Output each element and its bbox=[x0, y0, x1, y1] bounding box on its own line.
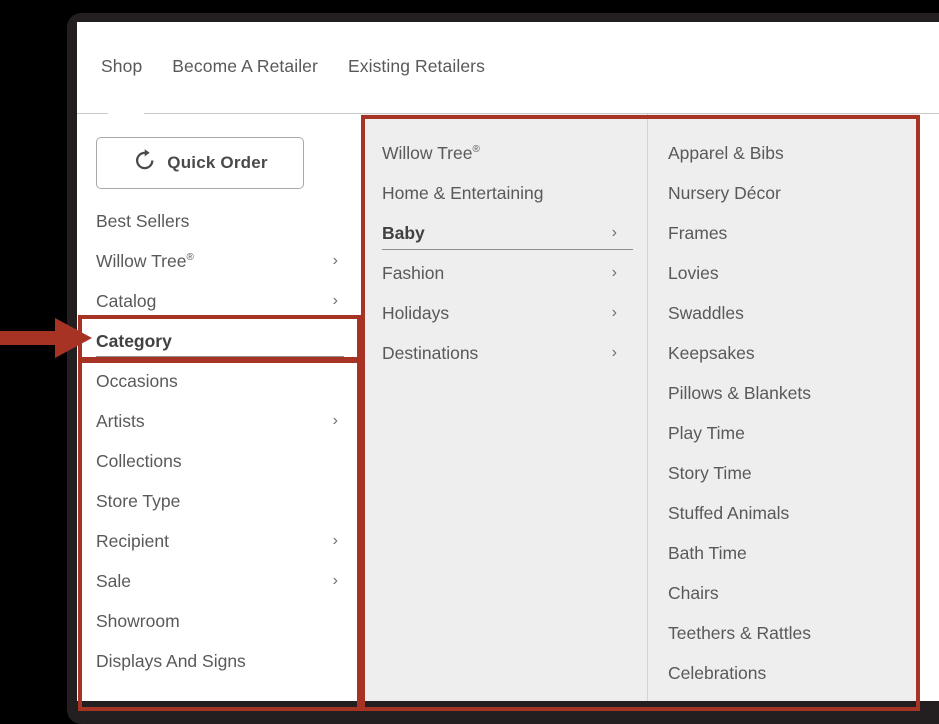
mega-subcategory-item-label: Keepsakes bbox=[668, 342, 755, 363]
mega-category-item-home-entertaining[interactable]: Home & Entertaining bbox=[362, 173, 647, 213]
sidebar-item-recipient[interactable]: Recipient › bbox=[77, 521, 362, 561]
sidebar-item-artists[interactable]: Artists › bbox=[77, 401, 362, 441]
mega-subcategory-item-label: Celebrations bbox=[668, 662, 767, 683]
sidebar-item-label: Recipient bbox=[96, 530, 169, 551]
registered-trademark-icon: ® bbox=[472, 143, 480, 155]
mega-subcategory-item-label: Chairs bbox=[668, 582, 719, 603]
screenshot-root: Shop Become A Retailer Existing Retailers … bbox=[0, 0, 939, 724]
sidebar-item-best-sellers[interactable]: Best Sellers bbox=[77, 201, 362, 241]
mega-category-item-destinations[interactable]: Destinations › bbox=[362, 333, 647, 373]
top-navigation-bar: Shop Become A Retailer Existing Retailers bbox=[77, 22, 939, 114]
mega-category-item-label: Destinations bbox=[382, 342, 479, 363]
sidebar-item-label: Willow Tree® bbox=[96, 250, 194, 271]
registered-trademark-icon: ® bbox=[186, 251, 194, 263]
refresh-circular-arrow-icon bbox=[132, 148, 157, 178]
sidebar-item-sale[interactable]: Sale › bbox=[77, 561, 362, 601]
sidebar-item-label: Displays And Signs bbox=[96, 650, 246, 671]
quick-order-button[interactable]: Quick Order bbox=[96, 137, 304, 189]
mega-category-item-fashion[interactable]: Fashion › bbox=[362, 253, 647, 293]
active-item-underline bbox=[96, 356, 344, 357]
quick-order-label: Quick Order bbox=[167, 153, 268, 172]
mega-category-item-label: Fashion bbox=[382, 262, 445, 283]
mega-subcategory-item-label: Stuffed Animals bbox=[668, 502, 790, 523]
mega-subcategory-item-story-time[interactable]: Story Time bbox=[648, 453, 919, 493]
mega-menu-panel: Willow Tree® Home & Entertaining Baby › Fash… bbox=[362, 114, 919, 701]
mega-subcategory-item-label: Swaddles bbox=[668, 302, 744, 323]
sidebar-item-label: Catalog bbox=[96, 290, 157, 311]
mega-category-item-label: Willow Tree® bbox=[382, 142, 480, 163]
mega-subcategory-item-chairs[interactable]: Chairs bbox=[648, 573, 919, 613]
topnav-item-shop[interactable]: Shop bbox=[101, 56, 142, 77]
mega-subcategory-item-lovies[interactable]: Lovies bbox=[648, 253, 919, 293]
chevron-right-icon: › bbox=[611, 344, 617, 361]
sidebar-item-catalog[interactable]: Catalog › bbox=[77, 281, 362, 321]
sidebar-item-willow-tree[interactable]: Willow Tree® › bbox=[77, 241, 362, 281]
mega-subcategory-item-swaddles[interactable]: Swaddles bbox=[648, 293, 919, 333]
sidebar-item-occasions[interactable]: Occasions bbox=[77, 361, 362, 401]
mega-subcategory-item-label: Pillows & Blankets bbox=[668, 382, 811, 403]
mega-subcategory-item-celebrations[interactable]: Celebrations bbox=[648, 653, 919, 693]
sidebar-item-label: Best Sellers bbox=[96, 210, 190, 231]
mega-subcategory-item-keepsakes[interactable]: Keepsakes bbox=[648, 333, 919, 373]
topnav-item-existing-retailers[interactable]: Existing Retailers bbox=[348, 56, 485, 77]
chevron-right-icon: › bbox=[611, 224, 617, 241]
chevron-right-icon: › bbox=[611, 264, 617, 281]
sidebar-item-category[interactable]: Category bbox=[77, 321, 362, 361]
chevron-right-icon: › bbox=[332, 532, 338, 549]
mega-subcategory-item-apparel-bibs[interactable]: Apparel & Bibs bbox=[648, 133, 919, 173]
mega-subcategory-item-frames[interactable]: Frames bbox=[648, 213, 919, 253]
chevron-right-icon: › bbox=[332, 412, 338, 429]
chevron-right-icon: › bbox=[332, 252, 338, 269]
sidebar-item-label: Store Type bbox=[96, 490, 181, 511]
mega-subcategory-list: Apparel & Bibs Nursery Décor Frames Lovies S… bbox=[648, 114, 919, 693]
chevron-right-icon: › bbox=[332, 292, 338, 309]
mega-menu-column-subcategories: Apparel & Bibs Nursery Décor Frames Lovies S… bbox=[648, 114, 919, 701]
sidebar-item-displays-and-signs[interactable]: Displays And Signs bbox=[77, 641, 362, 681]
mega-subcategory-item-label: Nursery Décor bbox=[668, 182, 781, 203]
mega-subcategory-item-teethers-rattles[interactable]: Teethers & Rattles bbox=[648, 613, 919, 653]
sidebar-menu-list: Best Sellers Willow Tree® › Catalog › Categor… bbox=[77, 201, 362, 681]
mega-subcategory-item-stuffed-animals[interactable]: Stuffed Animals bbox=[648, 493, 919, 533]
sidebar-item-showroom[interactable]: Showroom bbox=[77, 601, 362, 641]
mega-subcategory-item-label: Teethers & Rattles bbox=[668, 622, 811, 643]
top-navigation-items: Shop Become A Retailer Existing Retailers bbox=[101, 56, 485, 77]
sidebar-item-label: Collections bbox=[96, 450, 182, 471]
sidebar-item-label: Artists bbox=[96, 410, 145, 431]
sidebar-item-label: Occasions bbox=[96, 370, 178, 391]
mega-subcategory-item-label: Story Time bbox=[668, 462, 752, 483]
sidebar-item-label: Sale bbox=[96, 570, 132, 591]
mega-category-item-label: Baby bbox=[382, 222, 425, 243]
mega-category-item-baby[interactable]: Baby › bbox=[362, 213, 647, 253]
mega-subcategory-item-bath-time[interactable]: Bath Time bbox=[648, 533, 919, 573]
mega-subcategory-item-pillows-blankets[interactable]: Pillows & Blankets bbox=[648, 373, 919, 413]
mega-category-item-holidays[interactable]: Holidays › bbox=[362, 293, 647, 333]
mega-subcategory-item-label: Bath Time bbox=[668, 542, 747, 563]
sidebar-item-label: Category bbox=[96, 330, 172, 351]
chevron-right-icon: › bbox=[611, 304, 617, 321]
mega-menu-column-categories: Willow Tree® Home & Entertaining Baby › Fash… bbox=[362, 114, 648, 701]
mega-subcategory-item-label: Frames bbox=[668, 222, 728, 243]
mega-subcategory-item-label: Lovies bbox=[668, 262, 719, 283]
mega-subcategory-item-play-time[interactable]: Play Time bbox=[648, 413, 919, 453]
mega-category-item-label: Holidays bbox=[382, 302, 450, 323]
chevron-right-icon: › bbox=[332, 572, 338, 589]
sidebar-item-label: Showroom bbox=[96, 610, 180, 631]
mega-subcategory-item-label: Play Time bbox=[668, 422, 745, 443]
mega-subcategory-item-nursery-d-cor[interactable]: Nursery Décor bbox=[648, 173, 919, 213]
topnav-item-become-a-retailer[interactable]: Become A Retailer bbox=[172, 56, 318, 77]
sidebar-item-collections[interactable]: Collections bbox=[77, 441, 362, 481]
mega-category-item-willow-tree[interactable]: Willow Tree® bbox=[362, 133, 647, 173]
mega-subcategory-item-label: Apparel & Bibs bbox=[668, 142, 784, 163]
mega-category-list: Willow Tree® Home & Entertaining Baby › Fash… bbox=[362, 114, 647, 373]
sidebar: Quick Order Best Sellers Willow Tree® › Cat… bbox=[77, 114, 362, 701]
sidebar-item-store-type[interactable]: Store Type bbox=[77, 481, 362, 521]
mega-category-item-label: Home & Entertaining bbox=[382, 182, 544, 203]
active-item-underline bbox=[382, 249, 633, 250]
